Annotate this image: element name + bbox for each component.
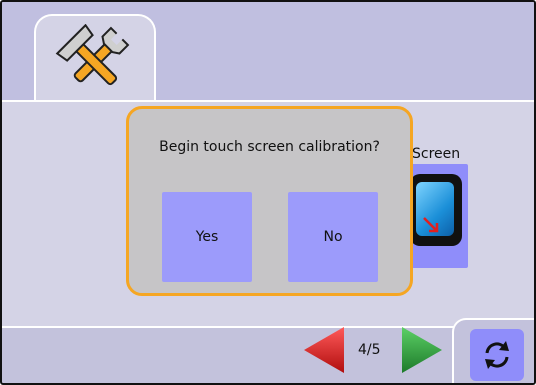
refresh-button[interactable] [470,329,524,381]
tab-tools[interactable] [34,14,156,106]
page-indicator: 4/5 [358,342,381,358]
tools-icon [55,24,130,86]
dialog-message: Begin touch screen calibration? [159,139,380,155]
refresh-icon [485,341,509,369]
calibration-dialog: Begin touch screen calibration? Yes No [126,106,413,296]
screen-calibration-button[interactable] [406,164,468,268]
arrow-right-icon[interactable] [400,325,444,375]
app-screen: Screen Begin touch screen calibration? Y… [0,0,536,385]
arrow-left-icon[interactable] [302,325,346,375]
arrow-down-right-icon [423,217,439,233]
screen-label: Screen [412,146,461,162]
yes-button[interactable]: Yes [162,192,252,282]
no-button[interactable]: No [288,192,378,282]
